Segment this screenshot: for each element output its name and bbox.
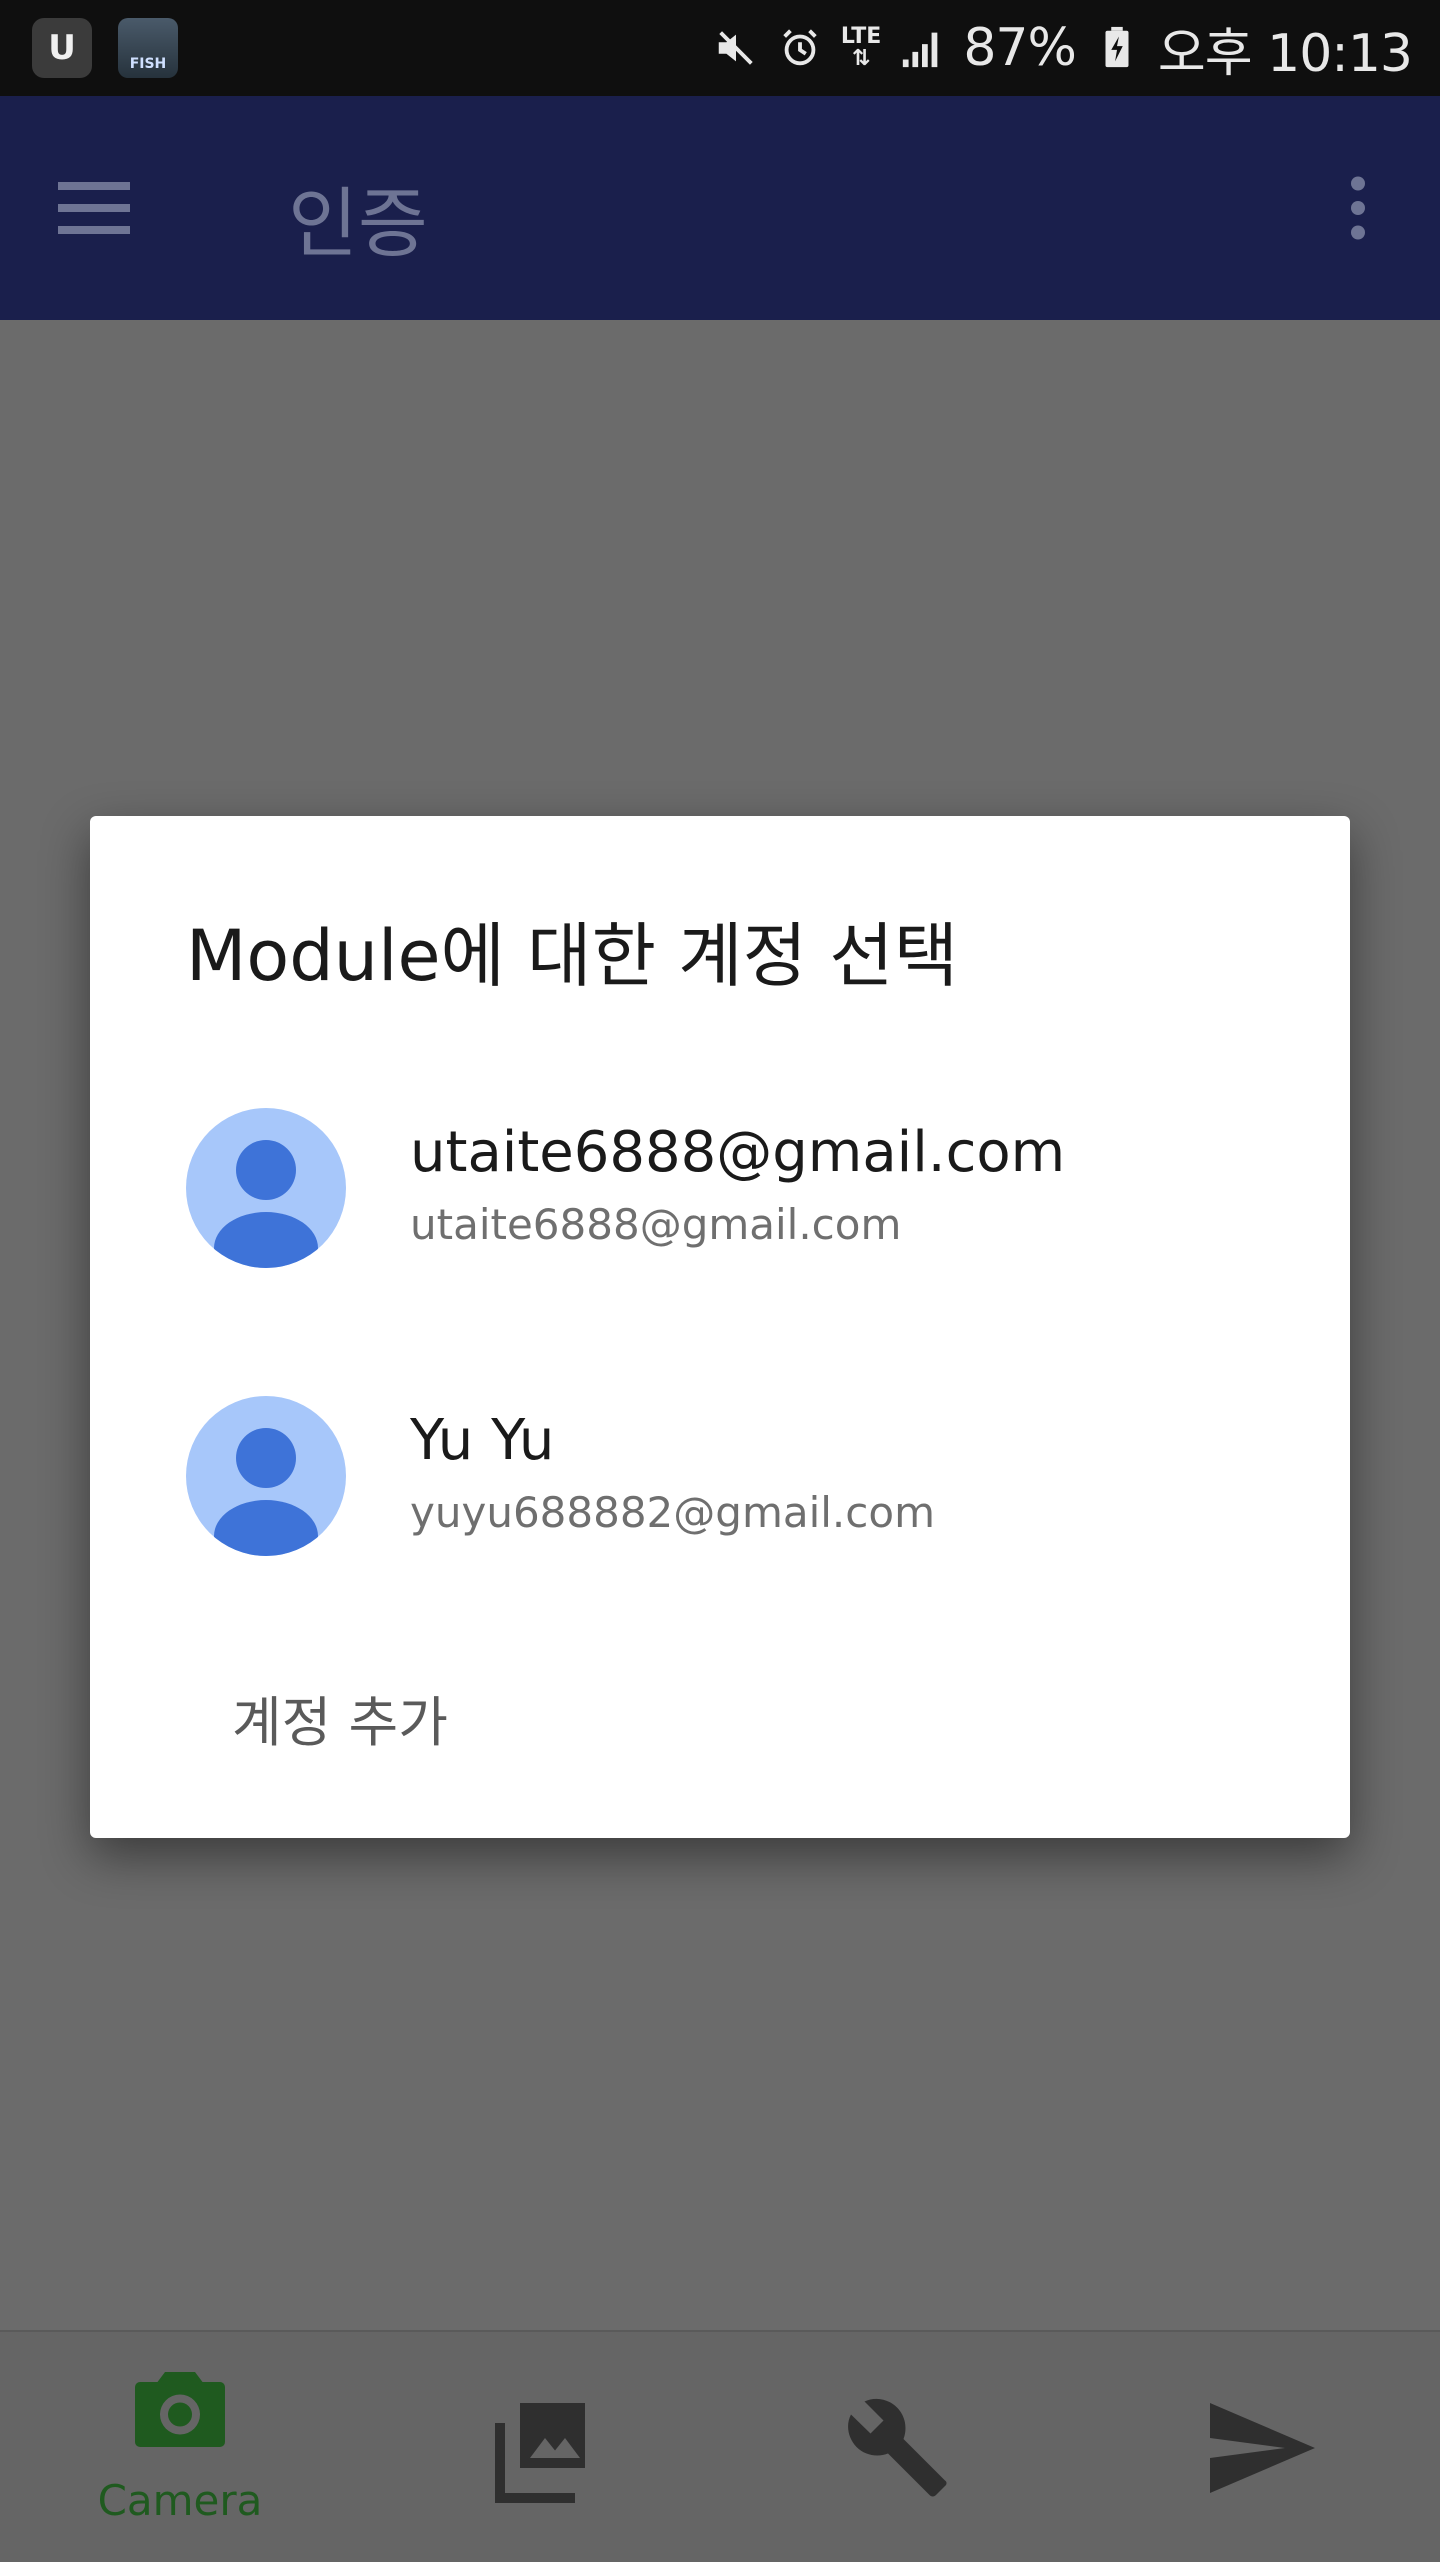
account-chooser-dialog: Module에 대한 계정 선택 utaite6888@gmail.com ut… (90, 816, 1350, 1838)
account-option[interactable]: utaite6888@gmail.com utaite6888@gmail.co… (90, 1096, 1350, 1296)
notification-icons: U FISH (32, 18, 178, 78)
nav-label-camera: Camera (97, 2476, 263, 2525)
data-arrows-icon: ⇅ (851, 46, 871, 71)
account-email: utaite6888@gmail.com (410, 1200, 902, 1249)
account-name: utaite6888@gmail.com (410, 1120, 1066, 1185)
gallery-icon (495, 2403, 585, 2503)
person-icon (214, 1140, 318, 1268)
nav-item-send[interactable] (1080, 2332, 1440, 2562)
page-title: 인증 (288, 179, 428, 268)
status-bar: U FISH LTE ⇅ 87% 오후 10:13 (0, 0, 1440, 96)
person-icon (214, 1428, 318, 1556)
send-icon (1210, 2403, 1315, 2493)
mute-icon (713, 25, 759, 71)
menu-button[interactable] (52, 166, 136, 250)
account-name: Yu Yu (410, 1408, 555, 1473)
dialog-title: Module에 대한 계정 선택 (186, 915, 959, 997)
nav-item-gallery[interactable] (360, 2332, 720, 2562)
bottom-navigation: Camera (0, 2330, 1440, 2562)
add-account-button[interactable]: 계정 추가 (232, 1678, 448, 1757)
nav-item-tools[interactable] (720, 2332, 1080, 2562)
battery-charging-icon (1094, 25, 1140, 71)
hamburger-menu-icon (58, 182, 130, 234)
nav-item-camera[interactable]: Camera (0, 2332, 360, 2562)
signal-icon (899, 25, 945, 71)
avatar (186, 1108, 346, 1268)
battery-percent: 87% (963, 18, 1077, 78)
account-option[interactable]: Yu Yu yuyu688882@gmail.com (90, 1384, 1350, 1584)
overflow-menu-button[interactable] (1316, 166, 1400, 250)
system-status-icons: LTE ⇅ 87% 오후 10:13 (713, 0, 1413, 96)
clock: 오후 10:13 (1157, 23, 1413, 84)
fish-game-icon-label: FISH (129, 56, 167, 72)
u-app-icon: U (32, 18, 92, 78)
fish-game-icon: FISH (118, 18, 178, 78)
account-email: yuyu688882@gmail.com (410, 1488, 935, 1537)
more-vertical-icon (1351, 176, 1365, 240)
alarm-icon (777, 25, 823, 71)
network-type: LTE (840, 24, 882, 49)
app-bar: 인증 (0, 96, 1440, 320)
camera-icon (135, 2372, 225, 2447)
lte-data-icon: LTE ⇅ (841, 26, 881, 70)
avatar (186, 1396, 346, 1556)
wrench-icon (848, 2398, 947, 2497)
